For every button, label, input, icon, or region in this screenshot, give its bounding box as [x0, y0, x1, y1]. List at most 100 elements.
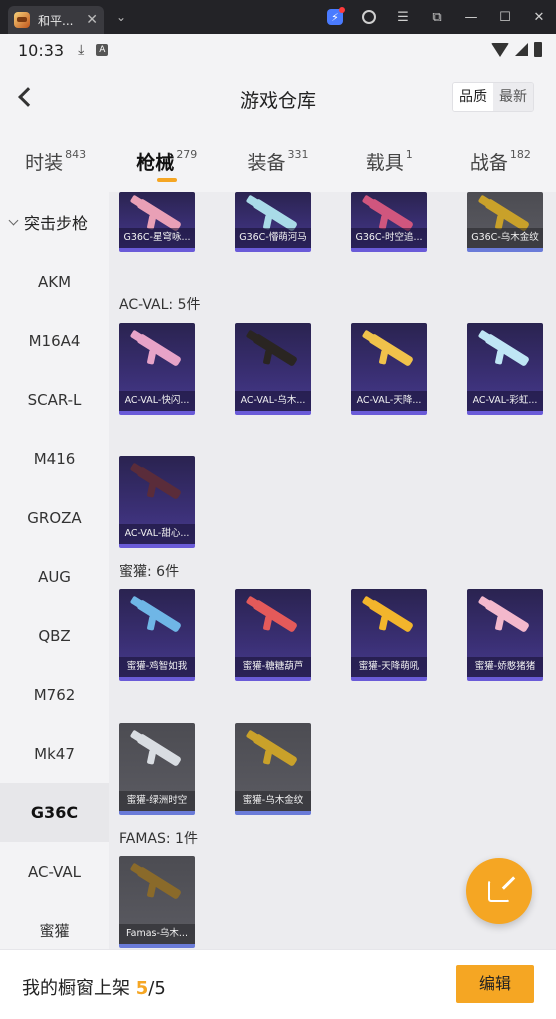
minimize-icon[interactable]: —: [454, 0, 488, 34]
sort-toggle: 品质 最新: [452, 82, 534, 112]
rifle-icon: [367, 333, 415, 367]
skin-name: 蜜獾-糖糖葫芦: [235, 657, 311, 677]
skin-card[interactable]: 蜜獾-娇憨猪猪: [467, 589, 543, 681]
skin-name: Famas-乌木...: [119, 924, 195, 944]
sidebar-item-scar-l[interactable]: SCAR-L: [0, 370, 109, 429]
tab-label: 装备: [247, 152, 286, 174]
sidebar-item-m416[interactable]: M416: [0, 429, 109, 488]
external-link-icon: [488, 880, 510, 902]
sidebar-item-groza[interactable]: GROZA: [0, 488, 109, 547]
bolt-icon[interactable]: ⚡: [318, 0, 352, 34]
rifle-icon: [135, 466, 183, 500]
menu-icon[interactable]: ☰: [386, 0, 420, 34]
rifle-icon: [251, 333, 299, 367]
close-icon[interactable]: ✕: [522, 0, 556, 34]
tab-title: 和平...: [38, 13, 74, 28]
sidebar-item-mk47[interactable]: Mk47: [0, 724, 109, 783]
tab-count: 843: [65, 148, 87, 161]
maximize-icon[interactable]: ☐: [488, 0, 522, 34]
sidebar-group-label: 突击步枪: [24, 214, 89, 233]
rifle-icon: [251, 198, 299, 232]
tab-dropdown-icon[interactable]: ⌄: [116, 10, 126, 24]
skin-name: G36C-星穹咏...: [119, 228, 195, 248]
app-tab[interactable]: 和平... ✕: [8, 6, 104, 34]
skin-card[interactable]: G36C-时空追...: [351, 192, 427, 252]
skin-card[interactable]: AC-VAL-彩虹...: [467, 323, 543, 415]
skin-card[interactable]: G36C-懵萌河马: [235, 192, 311, 252]
rifle-icon: [483, 198, 531, 232]
signal-icon: [515, 43, 528, 56]
tab-label: 时装: [25, 152, 64, 174]
rifle-icon: [135, 198, 183, 232]
status-bar: 10:33 ⤓ A: [0, 34, 556, 66]
category-tabs: 时装 843 枪械 279 装备 331 载具 1 战备 182: [0, 130, 556, 192]
skin-name: AC-VAL-快闪...: [119, 391, 195, 411]
skin-name: G36C-时空追...: [351, 228, 427, 248]
download-icon: ⤓: [78, 42, 85, 58]
skin-card[interactable]: Famas-乌木...: [119, 856, 195, 948]
tab-label: 战备: [469, 152, 508, 174]
wifi-icon: [491, 42, 509, 57]
sidebar-item-qbz[interactable]: QBZ: [0, 606, 109, 665]
showcase-footer: 我的橱窗上架 5/5 编辑: [0, 949, 556, 1019]
skin-card[interactable]: AC-VAL-快闪...: [119, 323, 195, 415]
rifle-icon: [367, 198, 415, 232]
skin-card[interactable]: 蜜獾-糖糖葫芦: [235, 589, 311, 681]
app-icon: [14, 12, 30, 28]
skin-card[interactable]: 蜜獾-绿洲时空: [119, 723, 195, 815]
tab-count: 331: [287, 148, 309, 161]
sidebar-item-akm[interactable]: AKM: [0, 252, 109, 311]
sidebar-item-ac-val[interactable]: AC-VAL: [0, 842, 109, 901]
tab-label: 载具: [365, 152, 404, 174]
rifle-icon: [251, 599, 299, 633]
skin-name: 蜜獾-天降萌吼: [351, 657, 427, 677]
window-titlebar: 和平... ✕ ⌄ ⚡ ☰ ⧉ — ☐ ✕: [0, 0, 556, 34]
screenshot-icon[interactable]: ⧉: [420, 0, 454, 34]
skin-name: 蜜獾-绿洲时空: [119, 791, 195, 811]
skin-name: AC-VAL-天降...: [351, 391, 427, 411]
skin-card[interactable]: G36C-乌木金纹: [467, 192, 543, 252]
rifle-icon: [251, 733, 299, 767]
sidebar-item-honey-badger[interactable]: 蜜獾: [0, 901, 109, 949]
account-icon[interactable]: [352, 0, 386, 34]
chevron-down-icon: [8, 215, 19, 225]
sidebar-item-aug[interactable]: AUG: [0, 547, 109, 606]
skin-card[interactable]: AC-VAL-乌木...: [235, 323, 311, 415]
sidebar-item-g36c[interactable]: G36C: [0, 783, 109, 842]
sidebar-group-assault-rifles[interactable]: 突击步枪: [0, 192, 109, 252]
skin-name: 蜜獾-乌木金纹: [235, 791, 311, 811]
section-label-honey-badger: 蜜獾: 6件: [119, 564, 180, 580]
sort-quality-button[interactable]: 品质: [453, 83, 493, 111]
tab-supplies[interactable]: 战备 182: [445, 130, 556, 192]
tab-firearms[interactable]: 枪械 279: [111, 130, 222, 192]
a-badge-icon: A: [96, 44, 109, 56]
battery-icon: [534, 42, 542, 57]
rifle-icon: [367, 599, 415, 633]
skin-card[interactable]: 蜜獾-鸡智如我: [119, 589, 195, 681]
skin-card[interactable]: G36C-星穹咏...: [119, 192, 195, 252]
skin-name: 蜜獾-鸡智如我: [119, 657, 195, 677]
share-fab-button[interactable]: [466, 858, 532, 924]
tab-outfits[interactable]: 时装 843: [0, 130, 111, 192]
edit-button[interactable]: 编辑: [456, 965, 534, 1003]
tab-count: 182: [509, 148, 531, 161]
skin-card[interactable]: AC-VAL-天降...: [351, 323, 427, 415]
sort-newest-button[interactable]: 最新: [493, 83, 533, 111]
rifle-icon: [483, 599, 531, 633]
status-time: 10:33: [18, 40, 65, 60]
sidebar-item-m762[interactable]: M762: [0, 665, 109, 724]
tab-close-icon[interactable]: ✕: [86, 12, 98, 28]
tab-count: 279: [176, 148, 198, 161]
skin-card[interactable]: AC-VAL-甜心...: [119, 456, 195, 548]
skin-card[interactable]: 蜜獾-天降萌吼: [351, 589, 427, 681]
weapon-sidebar: 突击步枪 AKM M16A4 SCAR-L M416 GROZA AUG QBZ…: [0, 192, 109, 949]
tab-equipment[interactable]: 装备 331: [222, 130, 333, 192]
skin-card[interactable]: 蜜獾-乌木金纹: [235, 723, 311, 815]
sidebar-item-m16a4[interactable]: M16A4: [0, 311, 109, 370]
showcase-current-count: 5: [135, 978, 149, 999]
tab-label: 枪械: [136, 152, 175, 174]
rifle-icon: [135, 733, 183, 767]
tab-vehicles[interactable]: 载具 1: [334, 130, 445, 192]
tab-count: 1: [405, 148, 413, 161]
showcase-status: 我的橱窗上架 5/5: [22, 974, 166, 1000]
